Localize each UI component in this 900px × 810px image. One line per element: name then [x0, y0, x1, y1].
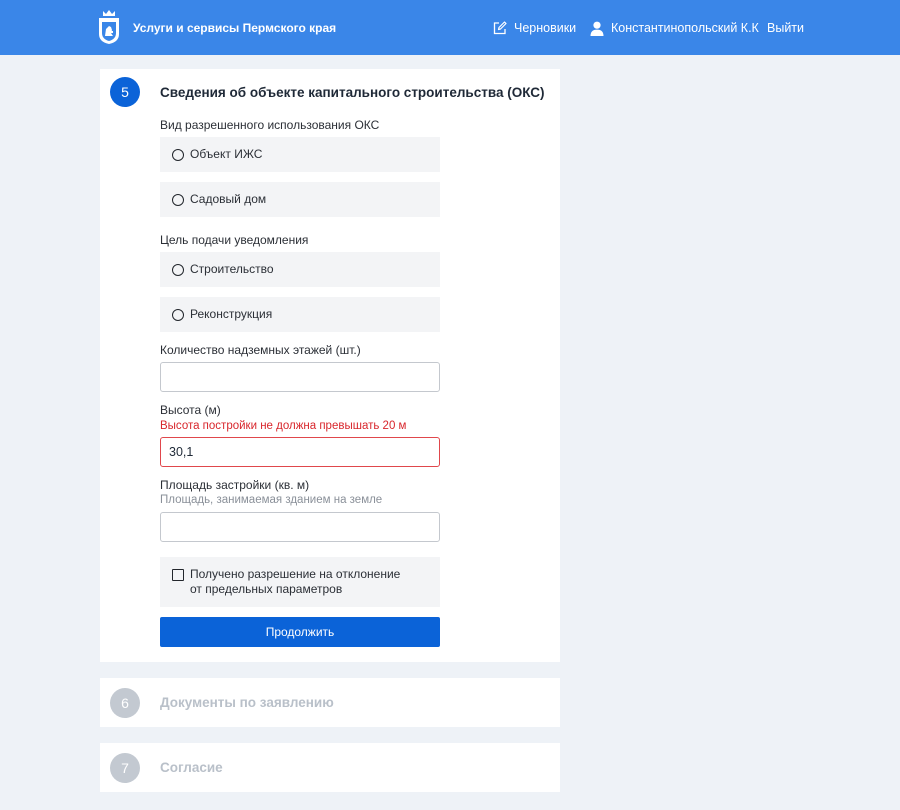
radio-circle-icon[interactable] — [172, 148, 184, 161]
step-7-title: Согласие — [160, 760, 223, 775]
nav-user-name: Константинопольский К.К — [611, 21, 759, 35]
radio-option-garden-house[interactable]: Садовый дом — [160, 182, 440, 217]
area-label: Площадь застройки (кв. м) — [160, 478, 310, 492]
height-input[interactable] — [160, 437, 440, 467]
step-5-card: 5 Сведения об объекте капитального строи… — [100, 69, 560, 662]
site-title[interactable]: Услуги и сервисы Пермского края — [133, 20, 336, 36]
nav-user-profile[interactable]: Константинопольский К.К — [590, 18, 759, 38]
perm-krai-coat-of-arms-icon[interactable] — [98, 9, 120, 45]
radio-label: Реконструкция — [190, 307, 273, 321]
step-7-number: 7 — [110, 753, 140, 783]
nav-drafts-link[interactable]: Черновики — [493, 18, 576, 38]
radio-circle-icon[interactable] — [172, 308, 184, 321]
deviation-permit-checkbox[interactable]: Получено разрешение на отклонение от пре… — [160, 557, 440, 607]
purpose-label: Цель подачи уведомления — [160, 233, 309, 247]
checkbox-icon[interactable] — [172, 569, 184, 581]
floors-label: Количество надземных этажей (шт.) — [160, 343, 361, 357]
floors-input[interactable] — [160, 362, 440, 392]
checkbox-label: Получено разрешение на отклонение от пре… — [190, 567, 401, 596]
radio-circle-icon[interactable] — [172, 263, 184, 276]
step-6-title: Документы по заявлению — [160, 695, 334, 710]
radio-label: Объект ИЖС — [190, 147, 263, 161]
radio-label: Садовый дом — [190, 192, 267, 206]
radio-option-construction[interactable]: Строительство — [160, 252, 440, 287]
logout-link[interactable]: Выйти — [767, 18, 804, 38]
radio-label: Строительство — [190, 262, 274, 276]
height-label: Высота (м) — [160, 403, 221, 417]
height-error-message: Высота постройки не должна превышать 20 … — [160, 420, 407, 432]
edit-icon — [493, 21, 507, 35]
radio-option-reconstruction[interactable]: Реконструкция — [160, 297, 440, 332]
step-6-number: 6 — [110, 688, 140, 718]
area-input[interactable] — [160, 512, 440, 542]
continue-button[interactable]: Продолжить — [160, 617, 440, 647]
usage-type-label: Вид разрешенного использования ОКС — [160, 118, 380, 132]
step-5-number: 5 — [110, 77, 140, 107]
top-header: Услуги и сервисы Пермского края Черновик… — [0, 0, 900, 55]
radio-circle-icon[interactable] — [172, 193, 184, 206]
step-7-card[interactable]: 7 Согласие — [100, 743, 560, 792]
step-6-card[interactable]: 6 Документы по заявлению — [100, 678, 560, 727]
step-5-title: Сведения об объекте капитального строите… — [160, 85, 545, 100]
area-hint: Площадь, занимаемая зданием на земле — [160, 494, 383, 506]
nav-drafts-label: Черновики — [514, 21, 577, 35]
user-icon — [590, 21, 604, 36]
radio-option-izhs[interactable]: Объект ИЖС — [160, 137, 440, 172]
